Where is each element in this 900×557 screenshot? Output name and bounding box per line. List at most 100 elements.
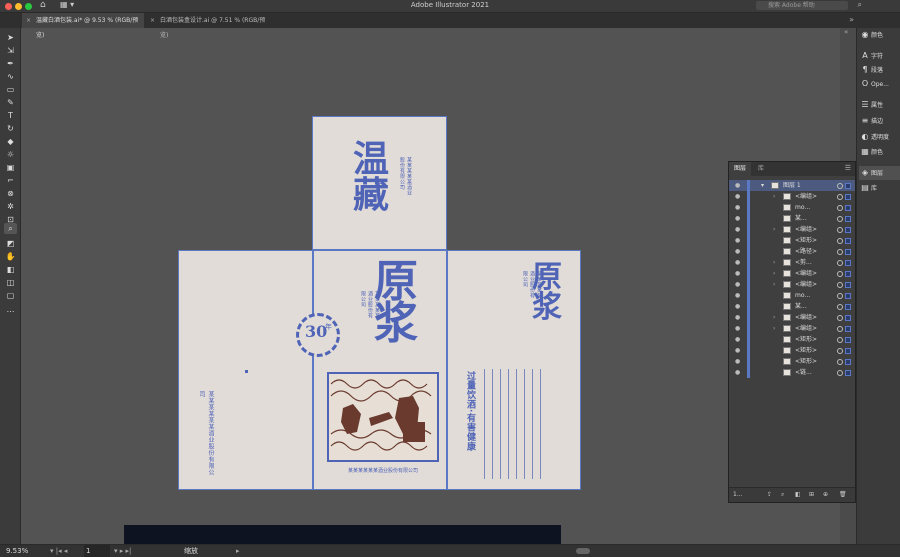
zoom-tool-icon[interactable]: ⌕ — [4, 223, 17, 234]
panel-menu-icon[interactable]: ☰ — [845, 164, 851, 172]
target-circle-icon[interactable] — [837, 183, 843, 189]
visibility-eye-icon[interactable]: ● — [735, 257, 740, 268]
pen-tool-icon[interactable]: ✒ — [4, 58, 17, 69]
target-circle-icon[interactable] — [837, 227, 843, 233]
dock-opentype[interactable]: O Ope... — [859, 77, 900, 91]
visibility-eye-icon[interactable]: ● — [735, 213, 740, 224]
paintbrush-tool-icon[interactable]: ✎ — [4, 97, 17, 108]
help-search-input[interactable]: 搜索 Adobe 帮助 — [756, 1, 848, 10]
layer-row[interactable]: ● › <编组> — [729, 224, 855, 235]
selection-square-icon[interactable] — [845, 359, 851, 365]
selection-tool-icon[interactable]: ➤ — [4, 32, 17, 43]
dock-swatches[interactable]: ▦ 颜色 — [859, 145, 900, 159]
selection-square-icon[interactable] — [845, 183, 851, 189]
selection-square-icon[interactable] — [845, 282, 851, 288]
layer-row[interactable]: ● › <编组> — [729, 312, 855, 323]
selection-square-icon[interactable] — [845, 205, 851, 211]
layer-row[interactable]: ● 某... — [729, 301, 855, 312]
expand-arrow-icon[interactable]: › — [773, 323, 775, 334]
dock-color[interactable]: ◉ 颜色 — [859, 28, 900, 42]
dock-library[interactable]: ▤ 库 — [859, 181, 900, 195]
visibility-eye-icon[interactable]: ● — [735, 180, 740, 191]
target-circle-icon[interactable] — [837, 205, 843, 211]
expand-arrow-icon[interactable]: › — [773, 224, 775, 235]
dock-layers[interactable]: ◈ 图层 — [859, 166, 900, 180]
artboard-top-lid[interactable]: 温藏 某某某某某酒业股份有限公司 — [312, 116, 447, 250]
layer-row[interactable]: ● › <编组> — [729, 191, 855, 202]
target-circle-icon[interactable] — [837, 271, 843, 277]
layer-row[interactable]: ● › <编组> — [729, 279, 855, 290]
selection-square-icon[interactable] — [845, 238, 851, 244]
zoom-level[interactable]: 9.53% — [6, 545, 28, 557]
selection-square-icon[interactable] — [845, 216, 851, 222]
fill-stroke-icon[interactable]: ◩ — [4, 238, 17, 249]
color-mode-icon[interactable]: ◧ — [4, 264, 17, 275]
delete-layer-icon[interactable]: 🗑 — [839, 488, 847, 502]
direct-selection-tool-icon[interactable]: ⇲ — [4, 45, 17, 56]
target-circle-icon[interactable] — [837, 238, 843, 244]
draw-mode-icon[interactable]: ◫ — [4, 277, 17, 288]
layer-row[interactable]: ● <链... — [729, 367, 855, 378]
expand-arrow-icon[interactable]: › — [773, 257, 775, 268]
visibility-eye-icon[interactable]: ● — [735, 345, 740, 356]
rectangle-tool-icon[interactable]: ▭ — [4, 84, 17, 95]
selection-square-icon[interactable] — [845, 304, 851, 310]
selection-square-icon[interactable] — [845, 271, 851, 277]
close-tab-icon[interactable]: × — [26, 13, 31, 28]
dock-stroke[interactable]: ≡ 描边 — [859, 114, 900, 128]
close-tab-icon[interactable]: × — [150, 13, 155, 28]
tabs-overflow-icon[interactable]: » — [849, 15, 854, 24]
artboard-right-side[interactable]: 原浆 某某某某某酒业股份有限公司 过量饮酒·有害健康 — [447, 250, 581, 490]
target-circle-icon[interactable] — [837, 216, 843, 222]
status-arrow-icon[interactable]: ▸ — [236, 545, 240, 557]
clipping-mask-icon[interactable]: ◧ — [795, 488, 801, 502]
visibility-eye-icon[interactable]: ● — [735, 290, 740, 301]
selection-square-icon[interactable] — [845, 293, 851, 299]
rotate-tool-icon[interactable]: ↻ — [4, 123, 17, 134]
visibility-eye-icon[interactable]: ● — [735, 312, 740, 323]
target-circle-icon[interactable] — [837, 337, 843, 343]
eyedropper-tool-icon[interactable]: ⌐ — [4, 175, 17, 186]
tab-layers[interactable]: 图层 — [729, 162, 752, 176]
visibility-eye-icon[interactable]: ● — [735, 367, 740, 378]
artboard-left-side[interactable]: 某某某某某某酒业股份有限公司 — [178, 250, 313, 490]
visibility-eye-icon[interactable]: ● — [735, 202, 740, 213]
locate-object-icon[interactable]: ⌕ — [781, 488, 784, 502]
target-circle-icon[interactable] — [837, 304, 843, 310]
selection-square-icon[interactable] — [845, 326, 851, 332]
warp-tool-icon[interactable]: ☼ — [4, 149, 17, 160]
tab-document-1[interactable]: × 温藏白酒包装.ai* @ 9.53 % (RGB/预览) — [22, 13, 144, 39]
layer-row-top[interactable]: ● ▾ 图层 1 — [729, 180, 855, 191]
layer-row[interactable]: ● <矩形> — [729, 345, 855, 356]
selection-square-icon[interactable] — [845, 370, 851, 376]
visibility-eye-icon[interactable]: ● — [735, 191, 740, 202]
layer-row[interactable]: ● <路径> — [729, 246, 855, 257]
symbol-sprayer-tool-icon[interactable]: ✲ — [4, 201, 17, 212]
visibility-eye-icon[interactable]: ● — [735, 235, 740, 246]
visibility-eye-icon[interactable]: ● — [735, 224, 740, 235]
visibility-eye-icon[interactable]: ● — [735, 323, 740, 334]
expand-arrow-icon[interactable]: › — [773, 312, 775, 323]
artboard-number-field[interactable]: 1 — [84, 545, 110, 557]
collapse-dock-icon[interactable]: « — [844, 28, 848, 36]
eraser-tool-icon[interactable]: ◆ — [4, 136, 17, 147]
layer-row[interactable]: ● › <编组> — [729, 268, 855, 279]
expand-arrow-icon[interactable]: › — [773, 191, 775, 202]
visibility-eye-icon[interactable]: ● — [735, 334, 740, 345]
target-circle-icon[interactable] — [837, 249, 843, 255]
visibility-eye-icon[interactable]: ● — [735, 301, 740, 312]
screen-mode-icon[interactable]: ▢ — [4, 290, 17, 301]
target-circle-icon[interactable] — [837, 359, 843, 365]
expand-arrow-icon[interactable]: ▾ — [761, 180, 764, 191]
zoom-dropdown-icon[interactable]: ▾ |◂ ◂ — [50, 545, 67, 557]
dock-character[interactable]: A 字符 — [859, 49, 900, 63]
layer-row[interactable]: ● <矩形> — [729, 334, 855, 345]
artboard-nav-icon[interactable]: ▾ ▸ ▸| — [114, 545, 131, 557]
target-circle-icon[interactable] — [837, 315, 843, 321]
dock-transparency[interactable]: ◐ 透明度 — [859, 130, 900, 144]
target-circle-icon[interactable] — [837, 260, 843, 266]
selection-square-icon[interactable] — [845, 260, 851, 266]
hand-tool-icon[interactable]: ✋ — [4, 251, 17, 262]
layer-row[interactable]: ● 某... — [729, 213, 855, 224]
export-icon[interactable]: ⇪ — [767, 488, 772, 502]
